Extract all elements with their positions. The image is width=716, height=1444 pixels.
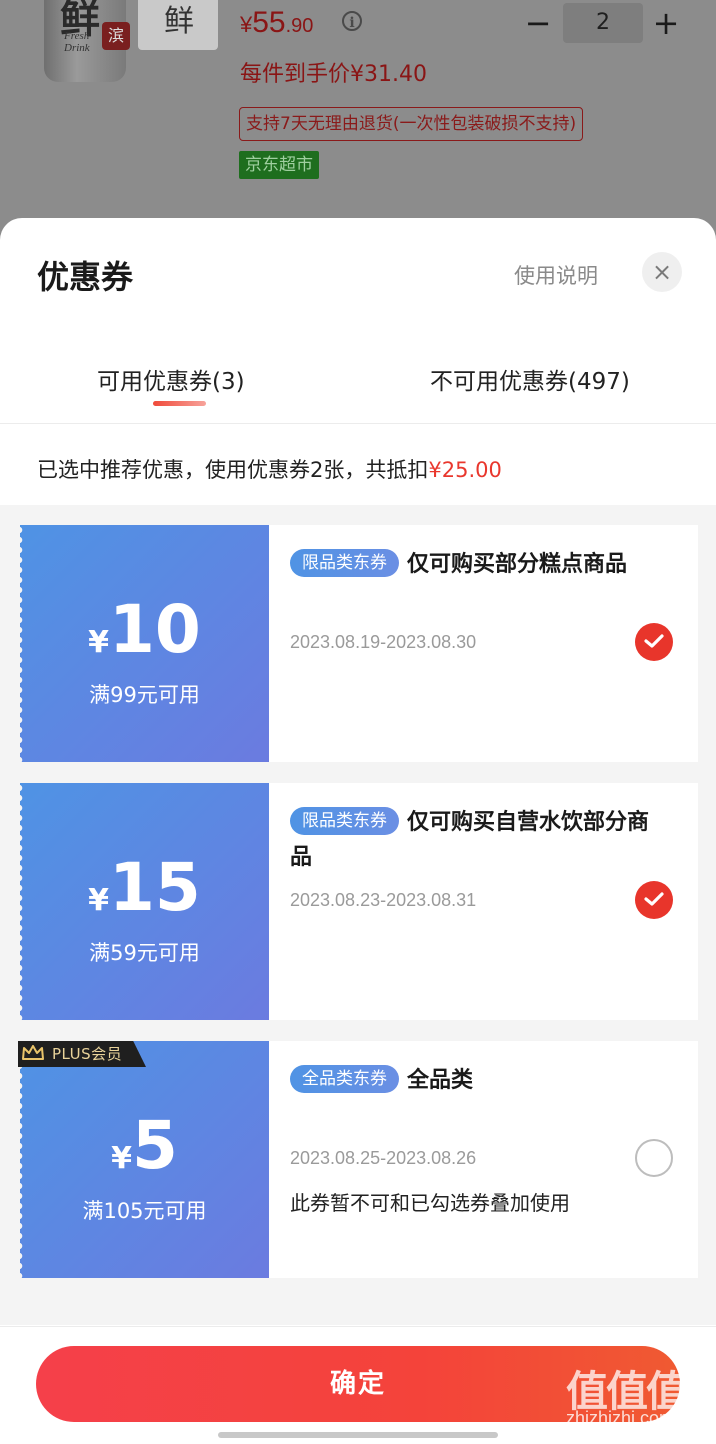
- coupon-currency: ¥: [88, 883, 109, 918]
- unit-price-label: 每件到手价¥31.40: [240, 62, 427, 87]
- coupon-selected-checkbox[interactable]: [635, 881, 673, 919]
- plus-member-tag: PLUS会员: [18, 1041, 146, 1067]
- coupon-amount: ¥5: [20, 1107, 269, 1184]
- product-price: ¥55.90: [240, 6, 313, 40]
- summary-amount: ¥25.00: [428, 458, 502, 482]
- quantity-decrease-button[interactable]: −: [524, 4, 552, 42]
- tab-unavailable-coupons[interactable]: 不可用优惠券(497): [430, 362, 630, 396]
- product-image: 鲜 Fresh Drink 滨 鲜: [30, 0, 220, 90]
- info-icon[interactable]: i: [342, 11, 362, 31]
- coupon-currency: ¥: [88, 625, 109, 660]
- coupon-badge: 限品类东券: [290, 549, 399, 577]
- coupon-validity: 2023.08.25-2023.08.26: [290, 1148, 477, 1168]
- product-can-text: Fresh Drink: [64, 30, 90, 54]
- home-indicator: [218, 1432, 498, 1438]
- price-integer: 55: [252, 6, 286, 39]
- coupon-condition: 满99元可用: [89, 683, 200, 707]
- product-summary: 鲜 Fresh Drink 滨 鲜 ¥55.90 i − 2 + 每件到手价¥31…: [0, 0, 716, 240]
- tab-available-coupons[interactable]: 可用优惠券(3): [97, 362, 245, 396]
- coupon-card[interactable]: ¥15 满59元可用 限品类东券 仅可购买自营水饮部分商品 2023.08.23-…: [19, 783, 698, 1020]
- usage-instructions-link[interactable]: 使用说明: [514, 260, 598, 290]
- coupon-stacking-note: 此券暂不可和已勾选券叠加使用: [290, 1191, 570, 1215]
- coupon-unselected-checkbox[interactable]: [635, 1139, 673, 1177]
- quantity-increase-button[interactable]: +: [652, 4, 680, 42]
- coupon-validity: 2023.08.23-2023.08.31: [290, 890, 477, 910]
- coupon-value: 5: [131, 1107, 178, 1184]
- coupon-condition: 满105元可用: [82, 1199, 207, 1223]
- coupon-amount: ¥15: [20, 849, 269, 926]
- close-icon: ×: [651, 258, 673, 286]
- selection-summary: 已选中推荐优惠，使用优惠券2张，共抵扣¥25.00: [37, 454, 502, 484]
- product-can-mark: 滨: [102, 22, 130, 50]
- coupon-list: ¥10 满99元可用 限品类东券 仅可购买部分糕点商品 2023.08.19-20…: [0, 505, 716, 1325]
- checkmark-icon: [644, 892, 664, 906]
- tab-divider: [0, 423, 716, 424]
- close-button[interactable]: ×: [642, 252, 682, 292]
- product-box-character: 鲜: [164, 4, 194, 39]
- watermark-url: zhizhizhi.com: [566, 1408, 675, 1428]
- coupon-title: 限品类东券 仅可购买自营水饮部分商品: [290, 805, 660, 875]
- coupon-value-panel: PLUS会员 ¥5 满105元可用: [18, 1041, 269, 1278]
- summary-text: 已选中推荐优惠，使用优惠券2张，共抵扣: [37, 458, 429, 482]
- return-policy-tag: 支持7天无理由退货(一次性包装破损不支持): [239, 107, 584, 141]
- coupon-selected-checkbox[interactable]: [635, 623, 673, 661]
- product-box-graphic: 鲜: [138, 0, 218, 50]
- price-decimal: .90: [285, 15, 314, 37]
- coupon-badge: 限品类东券: [290, 807, 399, 835]
- footer-divider: [0, 1326, 716, 1327]
- coupon-badge: 全品类东券: [290, 1065, 399, 1093]
- price-symbol: ¥: [240, 12, 253, 37]
- coupon-condition: 满59元可用: [89, 941, 200, 965]
- coupon-sheet: 优惠券 使用说明 × 可用优惠券(3) 不可用优惠券(497) 已选中推荐优惠，…: [0, 218, 716, 1444]
- plus-member-label: PLUS会员: [52, 1045, 123, 1063]
- product-can-graphic: 鲜 Fresh Drink 滨: [44, 0, 130, 82]
- coupon-validity: 2023.08.19-2023.08.30: [290, 632, 477, 652]
- sheet-title: 优惠券: [37, 258, 134, 296]
- active-tab-indicator: [153, 401, 206, 406]
- coupon-value: 10: [109, 591, 201, 668]
- coupon-title-text: 仅可购买部分糕点商品: [407, 552, 628, 577]
- checkmark-icon: [644, 634, 664, 648]
- coupon-title-text: 全品类: [407, 1068, 474, 1093]
- coupon-value-panel: ¥10 满99元可用: [19, 525, 269, 762]
- coupon-card[interactable]: PLUS会员 ¥5 满105元可用 全品类东券 全品类 2023.08.25-20…: [18, 1041, 698, 1278]
- coupon-amount: ¥10: [20, 591, 269, 668]
- coupon-currency: ¥: [111, 1141, 132, 1176]
- coupon-title: 全品类东券 全品类: [290, 1063, 660, 1098]
- store-tag: 京东超市: [239, 151, 319, 179]
- crown-icon: [22, 1045, 44, 1060]
- quantity-input[interactable]: 2: [563, 3, 643, 43]
- coupon-value: 15: [109, 849, 201, 926]
- coupon-value-panel: ¥15 满59元可用: [19, 783, 269, 1020]
- coupon-card[interactable]: ¥10 满99元可用 限品类东券 仅可购买部分糕点商品 2023.08.19-20…: [19, 525, 698, 762]
- coupon-title: 限品类东券 仅可购买部分糕点商品: [290, 547, 660, 582]
